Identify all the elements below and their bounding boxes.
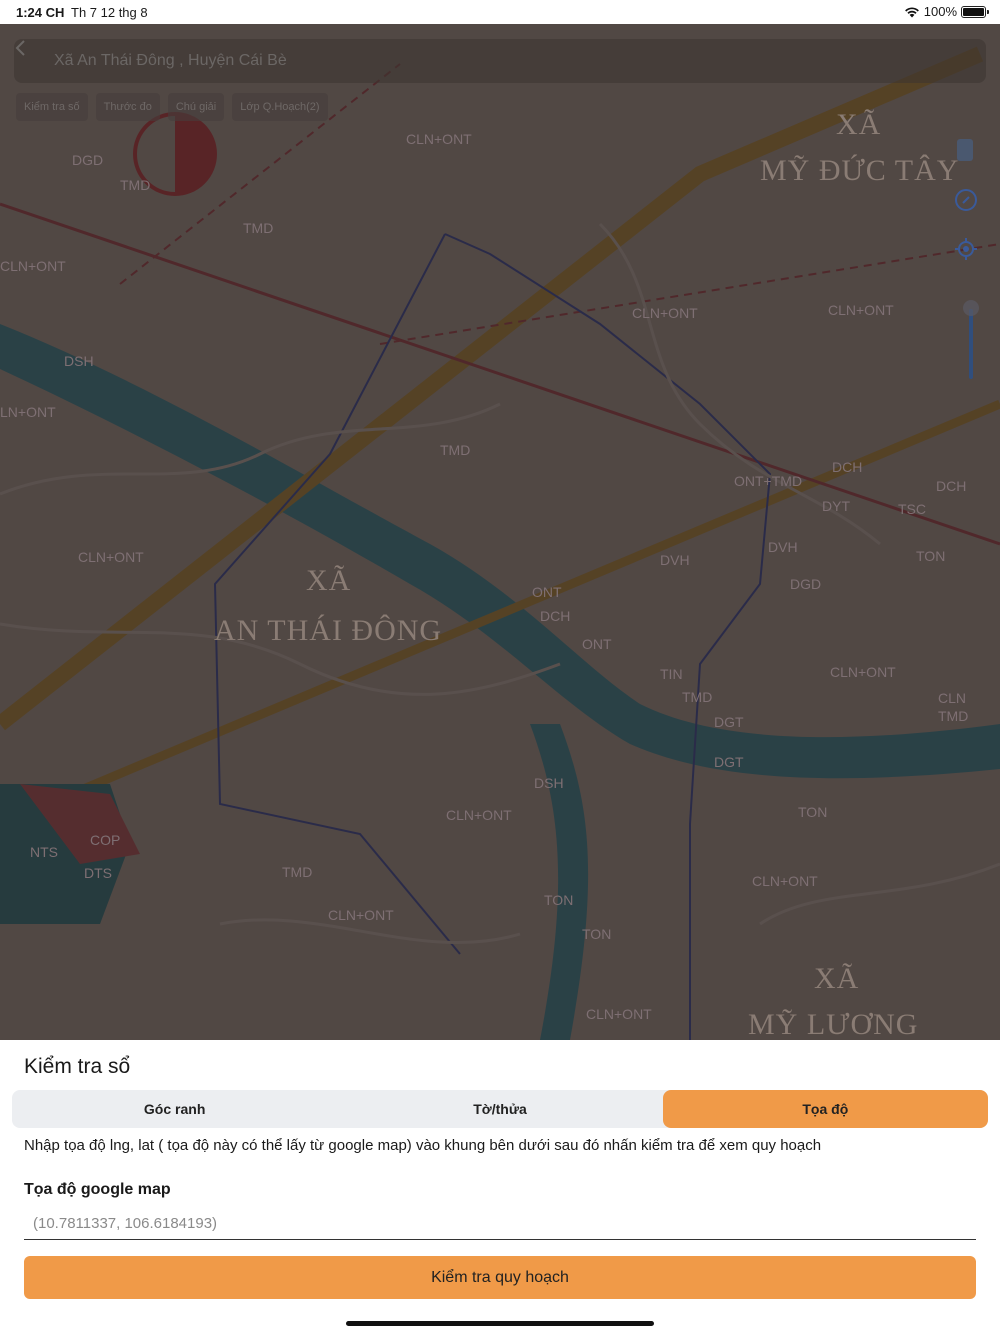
tab-goc-ranh[interactable]: Góc ranh [12, 1090, 337, 1128]
check-planning-button[interactable]: Kiểm tra quy hoạch [24, 1256, 976, 1299]
status-date: Th 7 12 thg 8 [71, 5, 148, 20]
planning-map[interactable]: XÃ MỸ ĐỨC TÂY XÃ AN THÁI ĐÔNG XÃ MỸ LƯƠN… [0, 24, 1000, 1040]
zone-label: TSC [898, 501, 926, 517]
coordinate-input[interactable] [24, 1208, 976, 1240]
place-name-xa-1: XÃ [836, 108, 882, 141]
zone-label: CLN+ONT [446, 807, 512, 823]
place-name-my-luong: MỸ LƯƠNG [748, 1008, 919, 1040]
zone-label: DTS [84, 865, 112, 881]
compass-button[interactable] [954, 188, 986, 220]
place-name-xa-2: XÃ [306, 564, 352, 597]
panel-title: Kiểm tra sổ [24, 1055, 131, 1078]
chip-kiem-tra-so[interactable]: Kiểm tra số [16, 93, 88, 121]
zone-label: LN+ONT [0, 404, 56, 420]
zone-label: ONT [582, 636, 612, 652]
zoom-slider-track[interactable] [969, 309, 973, 379]
zone-label: CLN+ONT [830, 664, 896, 680]
zone-label: NTS [30, 844, 58, 860]
zone-label: DCH [540, 608, 571, 624]
zone-label: DCH [936, 478, 967, 494]
zone-label: DSH [64, 353, 94, 369]
zone-label: TON [544, 892, 574, 908]
zone-label: ONT+TMD [734, 473, 803, 489]
zone-label: TON [916, 548, 946, 564]
zone-label: CLN+ONT [0, 258, 66, 274]
chip-lop-quy-hoach[interactable]: Lớp Q.Hoạch(2) [232, 93, 328, 121]
zone-label: CLN [938, 690, 967, 706]
zone-label: TIN [660, 666, 683, 682]
locate-me-button[interactable] [954, 237, 986, 269]
zone-label: TMD [243, 220, 274, 236]
zone-label: TON [582, 926, 612, 942]
zone-label: CLN+ONT [828, 302, 894, 318]
coordinate-field-label: Tọa độ google map [24, 1181, 171, 1198]
chip-thuoc-do[interactable]: Thước đo [95, 93, 160, 121]
back-arrow-icon[interactable] [14, 39, 54, 83]
zone-label: DVH [768, 539, 798, 555]
map-header: Xã An Thái Đông , Huyện Cái Bè [14, 39, 986, 83]
search-mode-tabs: Góc ranh Tờ/thửa Tọa độ [12, 1090, 988, 1128]
map-location-title: Xã An Thái Đông , Huyện Cái Bè [54, 52, 287, 69]
compass-icon [955, 189, 977, 211]
place-name-my-duc-tay: MỸ ĐỨC TÂY [760, 154, 960, 187]
status-right: 100% [904, 4, 989, 19]
instruction-text: Nhập tọa độ lng, lat ( tọa độ này có thể… [24, 1137, 822, 1154]
check-panel: Kiểm tra sổ Góc ranh Tờ/thửa Tọa độ Nhập… [0, 1040, 1000, 1334]
zone-label: TMD [282, 864, 313, 880]
zone-label: CLN+ONT [328, 907, 394, 923]
zone-label: DVH [660, 552, 690, 568]
zone-label: DYT [822, 498, 850, 514]
zone-label: DSH [534, 775, 564, 791]
wifi-icon [904, 6, 919, 17]
zone-label: DGD [790, 576, 822, 592]
zone-label: CLN+ONT [632, 305, 698, 321]
zone-label: CLN+ONT [586, 1006, 652, 1022]
place-name-an-thai-dong: AN THÁI ĐÔNG [214, 614, 443, 647]
zone-label: TMD [440, 442, 471, 458]
zone-label: CLN+ONT [406, 131, 472, 147]
zone-label: ONT [532, 584, 562, 600]
status-bar: 1:24 CH Th 7 12 thg 8 100% [0, 0, 1000, 24]
locate-icon [955, 238, 977, 260]
place-name-xa-3: XÃ [814, 962, 860, 995]
zone-label: CLN+ONT [78, 549, 144, 565]
zone-label: DGT [714, 714, 744, 730]
zone-label: TMD [120, 177, 151, 193]
battery-percent: 100% [923, 4, 957, 19]
chip-chu-giai[interactable]: Chú giải [167, 93, 225, 121]
zone-label: CLN+ONT [752, 873, 818, 889]
battery-icon [961, 5, 989, 18]
home-indicator [346, 1321, 654, 1326]
status-time: 1:24 CH [16, 5, 65, 20]
tab-toa-do[interactable]: Tọa độ [662, 1090, 988, 1128]
tab-to-thua[interactable]: Tờ/thửa [337, 1090, 662, 1128]
zone-label: COP [90, 832, 121, 848]
zone-label: TON [798, 804, 828, 820]
zone-label: TMD [682, 689, 713, 705]
layers-icon [957, 139, 973, 161]
layers-button[interactable] [954, 137, 986, 169]
zone-label: DGT [714, 754, 744, 770]
zone-label: DCH [832, 459, 863, 475]
zone-label: DGD [72, 152, 104, 168]
zone-label: TMD [938, 708, 969, 724]
map-toolbar-chips: Kiểm tra số Thước đo Chú giải Lớp Q.Hoạc… [16, 93, 328, 121]
zoom-slider-handle[interactable] [963, 300, 979, 316]
